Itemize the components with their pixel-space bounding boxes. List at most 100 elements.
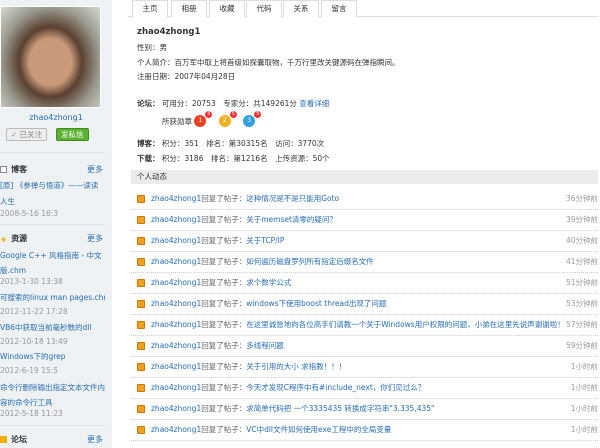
forum-post-icon xyxy=(137,300,145,308)
resource-item[interactable]: 可搜索的linux man pages.chm xyxy=(0,292,105,303)
medal-count: 5 xyxy=(254,111,262,118)
resource-item[interactable]: 命令行删除输出指定文本文件内容的命令行工具 xyxy=(0,380,105,410)
avatar[interactable] xyxy=(0,6,101,108)
activity-user[interactable]: zhao4zhong1 xyxy=(151,362,201,371)
medal-bronze-icon[interactable]: 35 xyxy=(243,111,262,131)
divider xyxy=(0,152,105,153)
activity-post-link[interactable]: 如何遍历磁盘罗列所有指定后缀名文件 xyxy=(246,257,374,266)
divider xyxy=(0,224,105,225)
profile-reg-date: 注册日期：2007年04月28日 xyxy=(137,72,236,81)
followed-button[interactable]: ✓ 已关注 xyxy=(6,128,48,141)
activity-post-link[interactable]: 关于TCP/IP xyxy=(246,236,284,245)
activity-user[interactable]: zhao4zhong1 xyxy=(151,236,201,245)
medals-label: 所获勋章 xyxy=(162,117,192,126)
activity-post-link[interactable]: windows下使用boost thread出现了问题 xyxy=(246,299,386,308)
tab-favorites[interactable]: 收藏 xyxy=(209,0,245,17)
forum-post-icon xyxy=(137,279,145,287)
medal-count: 5 xyxy=(229,111,237,118)
view-detail-link[interactable]: 查看详细 xyxy=(299,99,329,108)
resources-title: 资源 xyxy=(11,234,28,243)
tab-code[interactable]: 代码 xyxy=(246,0,282,17)
activity-action: 回复了帖子： xyxy=(201,278,247,287)
activity-row: zhao4zhong1回复了帖子：关于TCP/IP 40分钟前 xyxy=(131,231,598,252)
activity-time: 40分钟前 xyxy=(565,236,598,245)
forum-points: 可用分：20753 xyxy=(161,99,216,108)
activity-user[interactable]: zhao4zhong1 xyxy=(151,257,201,266)
activity-post-link[interactable]: 多线程问题 xyxy=(246,341,284,350)
activity-row: zhao4zhong1回复了帖子：今天才发现C程序中有#include_next… xyxy=(131,378,598,399)
activity-action: 回复了帖子： xyxy=(201,425,247,434)
forum-post-icon xyxy=(137,216,145,224)
blog-item-date: 2008-5-16 16:3 xyxy=(0,209,59,218)
activity-row: zhao4zhong1回复了帖子：VC中dll文件如何使用exe工程中的全局变量… xyxy=(131,420,598,441)
send-message-button[interactable]: 发私信 xyxy=(56,128,89,141)
activity-post-link[interactable]: 关于引用的大小 求指教！！！ xyxy=(246,362,346,371)
star-icon: ★ xyxy=(0,235,8,244)
blog-icon xyxy=(0,166,7,173)
activity-time: 36分钟前 xyxy=(565,194,598,203)
activity-time: 41分钟前 xyxy=(565,257,598,266)
activity-user[interactable]: zhao4zhong1 xyxy=(151,341,201,350)
blog-header: 博客 更多 xyxy=(0,164,103,175)
blog-stats-text: 积分：351 排名：第30315名 访问：3770次 xyxy=(161,139,325,148)
tab-album[interactable]: 相册 xyxy=(171,0,207,17)
activity-user[interactable]: zhao4zhong1 xyxy=(151,383,201,392)
forum-post-icon xyxy=(137,363,145,371)
resource-item[interactable]: VB6中获取当前毫秒数的dll xyxy=(0,322,105,333)
profile-name: zhao4zhong1 xyxy=(137,27,201,37)
activity-row: zhao4zhong1回复了帖子：在这里诚恳地向各位高手们请教一个关于Windo… xyxy=(131,315,598,336)
activity-post-link[interactable]: 今天才发现C程序中有#include_next，你们见过么？ xyxy=(246,383,425,392)
activity-user[interactable]: zhao4zhong1 xyxy=(151,425,201,434)
activity-user[interactable]: zhao4zhong1 xyxy=(151,215,201,224)
sidebar: zhao4zhong1 ✓ 已关注 发私信 博客 更多 [原] 《参禅与悟道》——… xyxy=(0,0,112,448)
activity-user[interactable]: zhao4zhong1 xyxy=(151,278,201,287)
activity-time: 51分钟前 xyxy=(565,278,598,287)
activity-row: zhao4zhong1回复了帖子：求简单代码把 一个3335435 转换成字符串… xyxy=(131,399,598,420)
activity-row: zhao4zhong1回复了帖子：如何遍历磁盘罗列所有指定后缀名文件 41分钟前 xyxy=(131,252,598,273)
blog-more-link[interactable]: 更多 xyxy=(87,164,103,175)
activity-time: 53分钟前 xyxy=(565,299,598,308)
activity-header: 个人动态 xyxy=(131,170,598,184)
resource-item[interactable]: Windows下的grep xyxy=(0,351,105,362)
tab-relations[interactable]: 关系 xyxy=(283,0,319,17)
tab-home[interactable]: 主页 xyxy=(132,0,168,18)
activity-row: zhao4zhong1回复了帖子：关于引用的大小 求指教！！！ 1小时前 xyxy=(131,357,598,378)
sidebar-username[interactable]: zhao4zhong1 xyxy=(0,113,112,122)
activity-time: 1小时前 xyxy=(570,425,598,434)
activity-time: 1小时前 xyxy=(570,383,598,392)
activity-user[interactable]: zhao4zhong1 xyxy=(151,299,201,308)
resource-item[interactable]: Google C++ 风格指南 - 中文版.chm xyxy=(0,248,105,278)
resource-item-date: 2012-10-18 13:49 xyxy=(0,337,68,346)
forum-title: 论坛 xyxy=(11,435,27,444)
activity-post-link[interactable]: 在这里诚恳地向各位高手们请教一个关于Windows用户权限的问题，小弟在这里先说… xyxy=(246,320,564,329)
activity-time: 59分钟前 xyxy=(565,341,598,350)
profile-gender: 性别：男 xyxy=(137,43,167,52)
activity-post-link[interactable]: 求简单代码把 一个3335435 转换成字符串"3,335,435" xyxy=(246,404,434,413)
forum-expert: 专家分：共149261分 xyxy=(223,99,297,108)
activity-post-link[interactable]: VC中dll文件如何使用exe工程中的全局变量 xyxy=(246,425,391,434)
medal-gold-icon[interactable]: 15 xyxy=(194,111,213,131)
blog-item[interactable]: [原] 《参禅与悟道》——读读人生 xyxy=(0,178,105,210)
medal-silver-icon[interactable]: 25 xyxy=(218,111,237,131)
activity-post-link[interactable]: 这种情况是不是只能用Goto xyxy=(246,194,339,203)
blog-label: 博客： xyxy=(137,139,160,148)
resource-item-date: 2012-5-18 11:23 xyxy=(0,409,63,418)
resources-more-link[interactable]: 更多 xyxy=(87,233,103,244)
forum-icon xyxy=(0,436,7,443)
activity-post-link[interactable]: 求个数学公式 xyxy=(246,278,291,287)
medals: 所获勋章 15 25 35 xyxy=(162,111,265,131)
activity-user[interactable]: zhao4zhong1 xyxy=(151,404,201,413)
activity-action: 回复了帖子： xyxy=(201,257,247,266)
activity-action: 回复了帖子： xyxy=(201,194,247,203)
activity-action: 回复了帖子： xyxy=(201,215,247,224)
forum-post-icon xyxy=(137,237,145,245)
resource-item-date: 2012-11-22 17:28 xyxy=(0,307,68,316)
activity-post-link[interactable]: 关于memset清零的疑问？ xyxy=(246,215,337,224)
tab-messages[interactable]: 留言 xyxy=(321,0,357,17)
forum-more-link[interactable]: 更多 xyxy=(87,434,103,445)
activity-time: 57分钟前 xyxy=(565,320,598,329)
tab-bar: 主页 相册 收藏 代码 关系 留言 xyxy=(128,0,598,18)
activity-action: 回复了帖子： xyxy=(201,404,247,413)
activity-user[interactable]: zhao4zhong1 xyxy=(151,320,201,329)
activity-user[interactable]: zhao4zhong1 xyxy=(151,194,201,203)
